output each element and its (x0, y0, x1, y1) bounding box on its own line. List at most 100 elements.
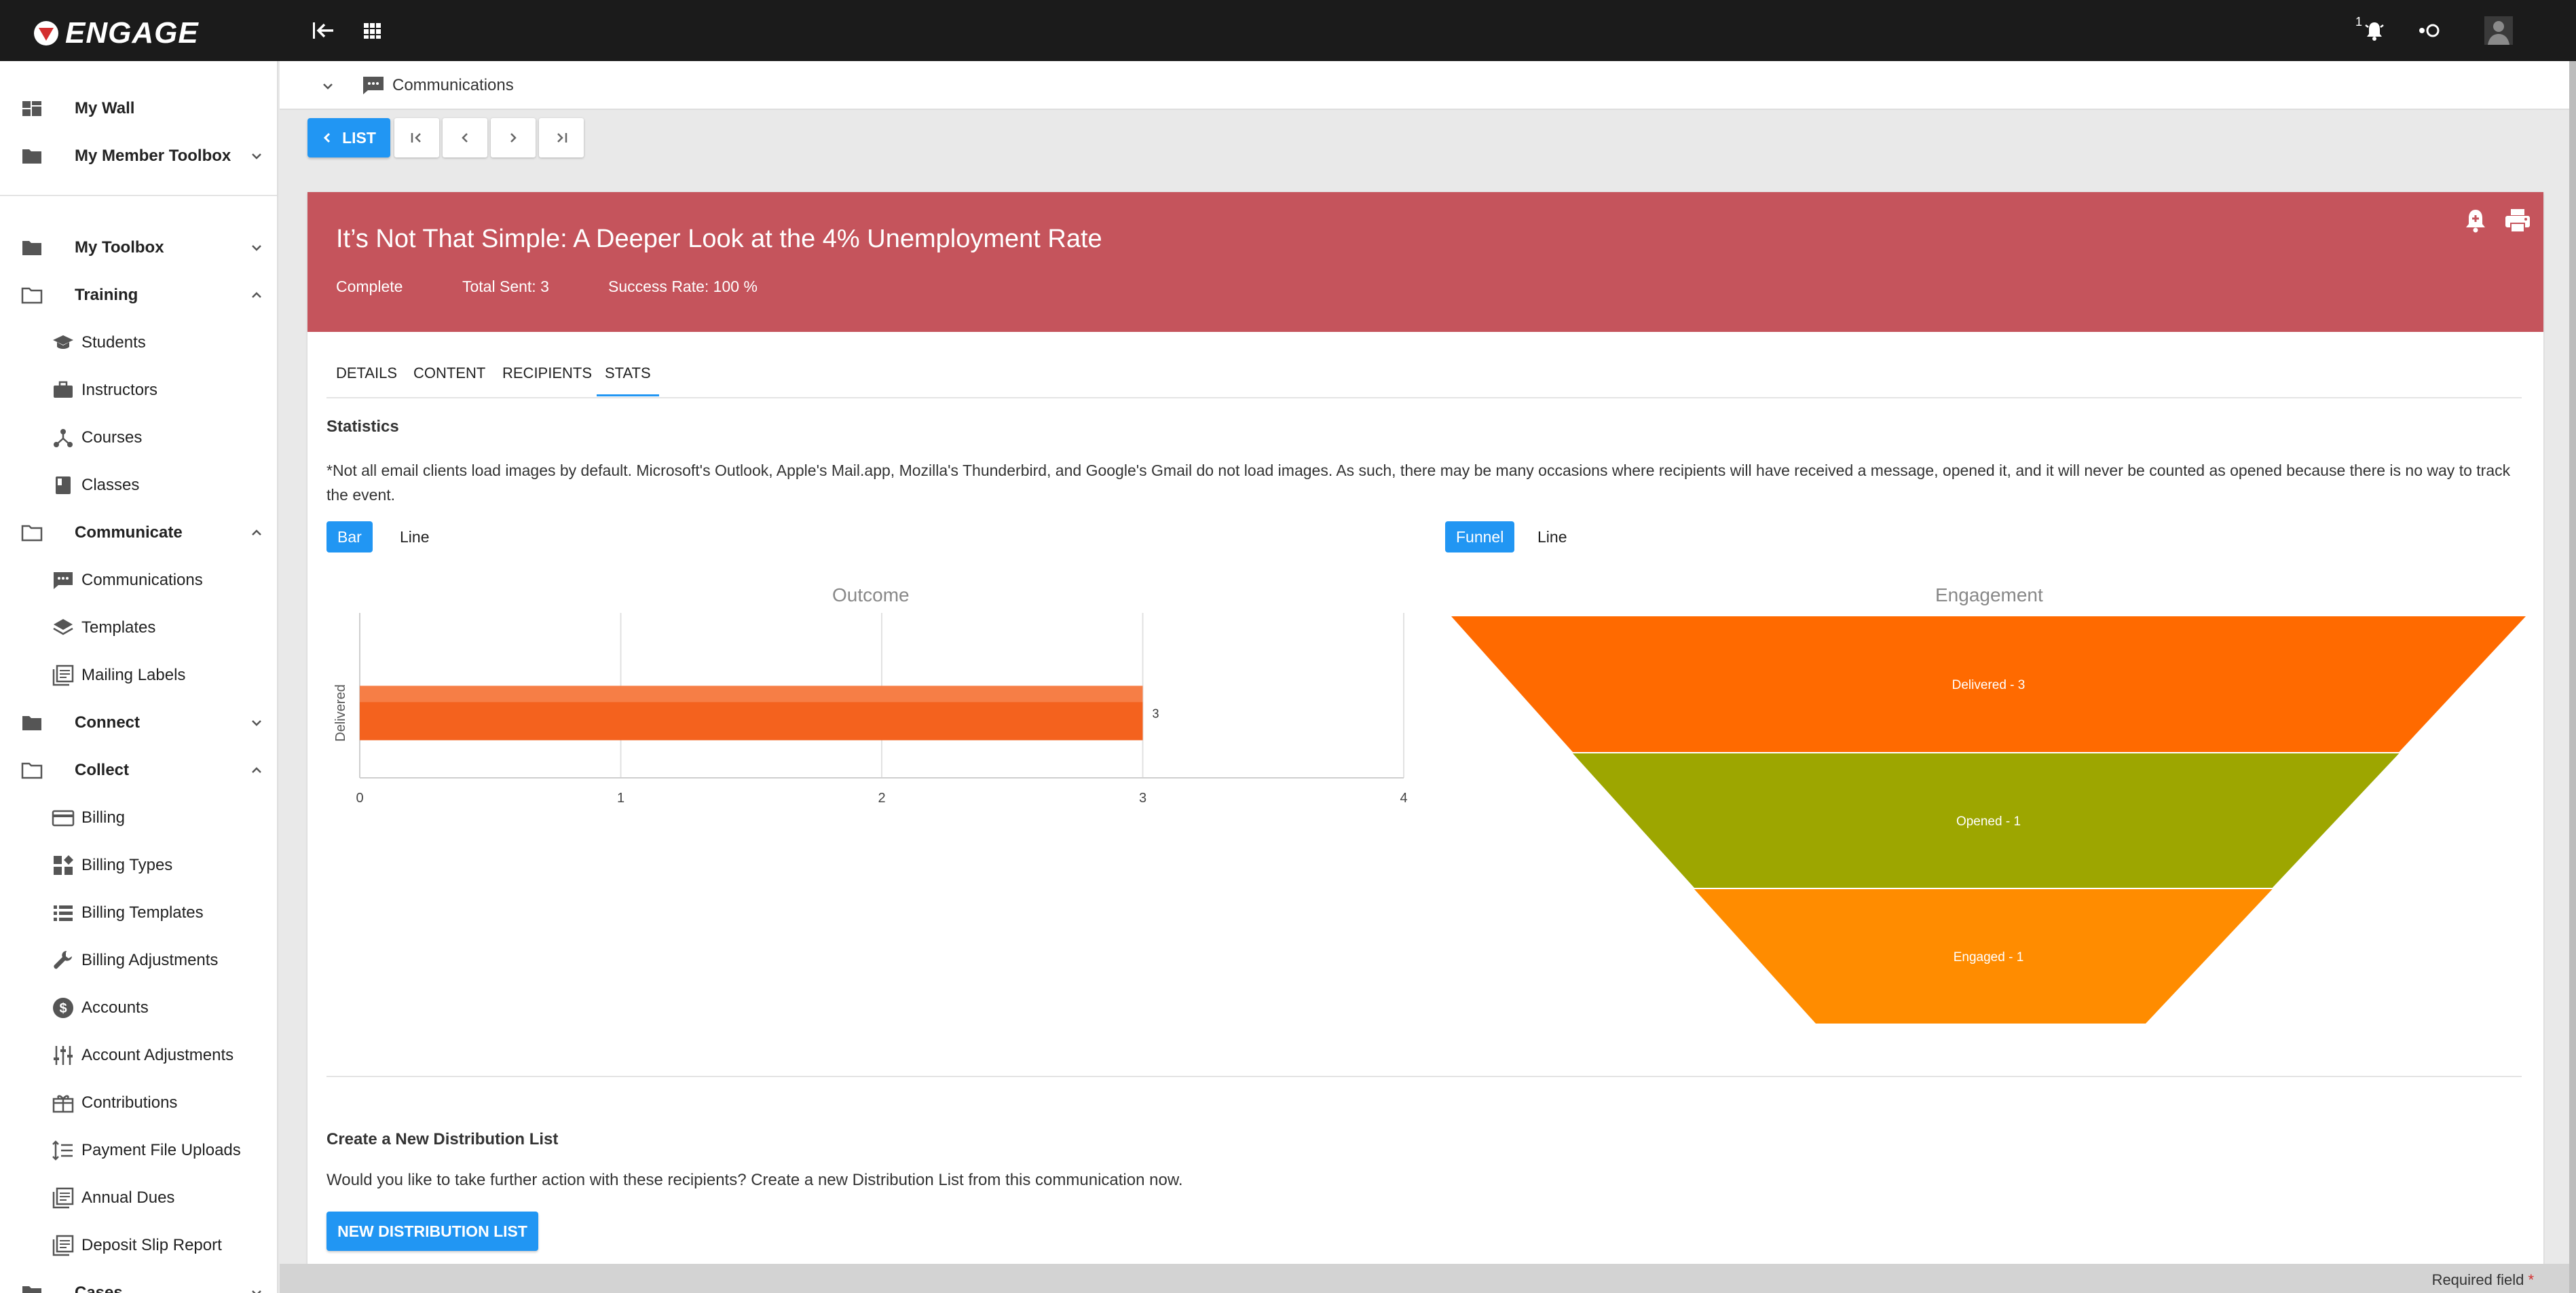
library-books-icon (52, 1187, 74, 1209)
print-icon[interactable] (2503, 206, 2533, 236)
sidebar-item-classes[interactable]: Classes (0, 465, 277, 506)
outcome-chart-title: Outcome (832, 584, 910, 605)
sidebar-item-billing-adjustments[interactable]: Billing Adjustments (0, 940, 277, 981)
sidebar-item-connect[interactable]: Connect (0, 702, 277, 743)
chevron-up-icon[interactable] (248, 525, 265, 541)
engagement-line-toggle[interactable]: Line (1528, 521, 1576, 552)
sidebar-item-deposit-slip-report[interactable]: Deposit Slip Report (0, 1225, 277, 1266)
sidebar-item-my-wall[interactable]: My Wall (0, 88, 277, 129)
folder-icon (22, 149, 41, 164)
sidebar-item-label: Deposit Slip Report (81, 1236, 222, 1254)
tab-stats[interactable]: STATS (605, 364, 651, 382)
sidebar-item-label: Training (75, 286, 138, 304)
chat-icon (54, 572, 73, 589)
collapse-sidebar-icon[interactable] (311, 18, 335, 43)
sidebar-item-annual-dues[interactable]: Annual Dues (0, 1178, 277, 1218)
sidebar-item-mailing-labels[interactable]: Mailing Labels (0, 655, 277, 696)
sidebar-item-billing[interactable]: Billing (0, 798, 277, 838)
chevron-down-icon[interactable] (248, 148, 265, 164)
sidebar-divider (0, 195, 277, 196)
sidebar-item-cases[interactable]: Cases (0, 1273, 277, 1293)
sidebar-item-courses[interactable]: Courses (0, 417, 277, 458)
sidebar-item-label: Instructors (81, 381, 158, 399)
breadcrumb-label: Communications (392, 76, 514, 94)
chevron-up-icon[interactable] (248, 287, 265, 303)
logo-mark-icon (34, 21, 58, 45)
outcome-line-toggle[interactable]: Line (390, 521, 438, 552)
tab-recipients[interactable]: RECIPIENTS (502, 364, 592, 382)
sidebar-item-label: Connect (75, 713, 140, 732)
next-page-button[interactable] (491, 118, 536, 157)
sidebar-item-label: Collect (75, 761, 130, 779)
required-field-label: Required field (2431, 1271, 2524, 1288)
previous-page-button[interactable] (443, 118, 487, 157)
folder-open-icon (21, 525, 43, 542)
chevron-down-icon[interactable] (248, 1285, 265, 1293)
x-tick-label: 0 (356, 791, 363, 806)
list-button[interactable]: LIST (307, 118, 390, 157)
last-page-button[interactable] (539, 118, 584, 157)
statistics-heading: Statistics (326, 417, 399, 436)
sidebar-item-my-toolbox[interactable]: My Toolbox (0, 227, 277, 268)
logo-text: ENGAGE (65, 16, 199, 50)
required-marker: * (2528, 1271, 2534, 1288)
tab-content[interactable]: CONTENT (413, 364, 485, 382)
sidebar-item-label: Classes (81, 476, 140, 494)
sidebar-item-account-adjustments[interactable]: Account Adjustments (0, 1035, 277, 1076)
sidebar-item-label: Payment File Uploads (81, 1141, 241, 1159)
sidebar-item-payment-file-uploads[interactable]: Payment File Uploads (0, 1130, 277, 1171)
toggle-icon[interactable] (2416, 18, 2441, 43)
chevron-down-icon[interactable] (248, 715, 265, 731)
sidebar-item-contributions[interactable]: Contributions (0, 1083, 277, 1123)
footer: Required field * (280, 1264, 2569, 1293)
chevron-left-icon (462, 133, 468, 143)
sidebar-item-billing-types[interactable]: Billing Types (0, 845, 277, 886)
outcome-bar-toggle[interactable]: Bar (326, 521, 373, 552)
apps-grid-icon[interactable] (360, 18, 384, 43)
notifications-bell-icon[interactable] (2362, 18, 2387, 43)
first-page-button[interactable] (394, 118, 439, 157)
sidebar-item-my-member-toolbox[interactable]: My Member Toolbox (0, 136, 277, 176)
new-distribution-list-button[interactable]: NEW DISTRIBUTION LIST (326, 1212, 538, 1251)
sidebar-item-billing-templates[interactable]: Billing Templates (0, 893, 277, 933)
sidebar-item-accounts[interactable]: $ Accounts (0, 988, 277, 1028)
chevron-down-icon[interactable] (248, 240, 265, 256)
folder-icon (22, 716, 41, 730)
sidebar-item-instructors[interactable]: Instructors (0, 370, 277, 411)
user-avatar-icon[interactable] (2484, 16, 2513, 45)
page-scrollbar[interactable] (2569, 61, 2576, 1293)
library-books-icon (52, 664, 74, 686)
sidebar-item-communications[interactable]: Communications (0, 560, 277, 601)
last-page-icon (557, 133, 567, 143)
sidebar-item-collect[interactable]: Collect (0, 750, 277, 791)
engagement-chart-title: Engagement (1935, 584, 2043, 605)
chat-icon (363, 77, 384, 94)
sidebar-item-label: Students (81, 333, 146, 352)
distribution-heading: Create a New Distribution List (326, 1130, 559, 1148)
sidebar-item-training[interactable]: Training (0, 275, 277, 316)
sidebar-item-label: Annual Dues (81, 1188, 175, 1207)
sidebar-item-communicate[interactable]: Communicate (0, 512, 277, 553)
chevron-up-icon[interactable] (248, 762, 265, 779)
sidebar-item-templates[interactable]: Templates (0, 607, 277, 648)
first-page-icon (411, 133, 421, 143)
chevron-down-icon[interactable] (320, 79, 335, 94)
add-alert-icon[interactable] (2461, 206, 2490, 236)
engagement-funnel-toggle[interactable]: Funnel (1445, 521, 1515, 552)
tab-details[interactable]: DETAILS (336, 364, 397, 382)
category-label: Delivered (333, 684, 348, 741)
communication-card: It’s Not That Simple: A Deeper Look at t… (307, 192, 2543, 1273)
sidebar-item-students[interactable]: Students (0, 322, 277, 363)
sidebar-item-label: My Member Toolbox (75, 147, 231, 165)
list-icon (54, 905, 73, 921)
engage-logo[interactable]: ENGAGE (33, 16, 199, 50)
wrench-icon (54, 951, 72, 969)
widgets-icon (54, 855, 73, 875)
share-nodes-icon (54, 429, 73, 447)
sidebar-item-label: Account Adjustments (81, 1046, 234, 1064)
statistics-note: *Not all email clients load images by de… (326, 462, 2511, 504)
sidebar-item-label: Billing Templates (81, 903, 204, 922)
x-tick-label: 4 (1400, 791, 1407, 806)
library-books-icon (52, 1235, 74, 1256)
sidebar-item-label: Contributions (81, 1093, 178, 1112)
